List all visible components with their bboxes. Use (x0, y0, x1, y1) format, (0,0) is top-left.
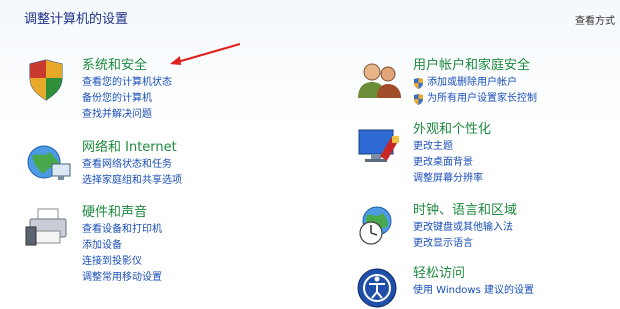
page-title: 调整计算机的设置 (24, 12, 129, 27)
link-connect-projector[interactable]: 连接到投影仪 (82, 254, 162, 270)
link-change-theme[interactable]: 更改主题 (413, 139, 491, 155)
link-network-status[interactable]: 查看网络状态和任务 (82, 157, 182, 173)
monitor-paint-icon[interactable] (355, 122, 405, 166)
users-icon[interactable] (355, 58, 405, 102)
link-homegroup-sharing[interactable]: 选择家庭组和共享选项 (82, 173, 182, 189)
category-title[interactable]: 外观和个性化 (413, 122, 491, 138)
uac-shield-icon (414, 93, 423, 105)
category-hardware-sound: 硬件和声音 查看设备和打印机 添加设备 连接到投影仪 调整常用移动设置 (24, 205, 162, 286)
link-add-remove-users[interactable]: 添加或删除用户帐户 (413, 75, 537, 91)
link-mobility-settings[interactable]: 调整常用移动设置 (82, 270, 162, 286)
uac-shield-icon (414, 77, 423, 89)
link-find-fix-problems[interactable]: 查找并解决问题 (82, 107, 172, 123)
category-title[interactable]: 时钟、语言和区域 (413, 203, 517, 219)
ease-of-access-icon[interactable] (355, 266, 405, 309)
link-label: 添加或删除用户帐户 (427, 77, 517, 88)
category-ease-of-access: 轻松访问 使用 Windows 建议的设置 (355, 266, 534, 309)
category-appearance: 外观和个性化 更改主题 更改桌面背景 调整屏幕分辨率 (355, 122, 491, 187)
category-clock-language-region: 时钟、语言和区域 更改键盘或其他输入法 更改显示语言 (355, 203, 517, 252)
link-add-device[interactable]: 添加设备 (82, 238, 162, 254)
link-devices-printers[interactable]: 查看设备和打印机 (82, 222, 162, 238)
link-screen-resolution[interactable]: 调整屏幕分辨率 (413, 171, 491, 187)
category-title[interactable]: 网络和 Internet (82, 140, 182, 156)
link-view-computer-status[interactable]: 查看您的计算机状态 (82, 75, 172, 91)
link-backup-computer[interactable]: 备份您的计算机 (82, 91, 172, 107)
red-arrow-annotation (170, 43, 241, 65)
category-title[interactable]: 系统和安全 (82, 58, 172, 74)
category-title[interactable]: 硬件和声音 (82, 205, 162, 221)
network-globe-icon[interactable] (24, 140, 74, 184)
link-display-language[interactable]: 更改显示语言 (413, 236, 517, 252)
printer-icon[interactable] (24, 205, 74, 249)
link-windows-recommended-settings[interactable]: 使用 Windows 建议的设置 (413, 283, 534, 299)
link-keyboard-input[interactable]: 更改键盘或其他输入法 (413, 220, 517, 236)
category-system-security: 系统和安全 查看您的计算机状态 备份您的计算机 查找并解决问题 (24, 58, 172, 123)
clock-globe-icon[interactable] (355, 203, 405, 247)
link-label: 为所有用户设置家长控制 (427, 93, 537, 104)
category-network-internet: 网络和 Internet 查看网络状态和任务 选择家庭组和共享选项 (24, 140, 182, 189)
shield-flag-icon[interactable] (24, 58, 74, 102)
link-desktop-background[interactable]: 更改桌面背景 (413, 155, 491, 171)
category-title[interactable]: 轻松访问 (413, 266, 534, 282)
category-user-accounts: 用户帐户和家庭安全 添加或删除用户帐户 为所有用户设置家长控制 (355, 58, 537, 107)
view-by-label[interactable]: 查看方式 (575, 12, 615, 27)
category-title[interactable]: 用户帐户和家庭安全 (413, 58, 537, 74)
link-parental-controls[interactable]: 为所有用户设置家长控制 (413, 91, 537, 107)
